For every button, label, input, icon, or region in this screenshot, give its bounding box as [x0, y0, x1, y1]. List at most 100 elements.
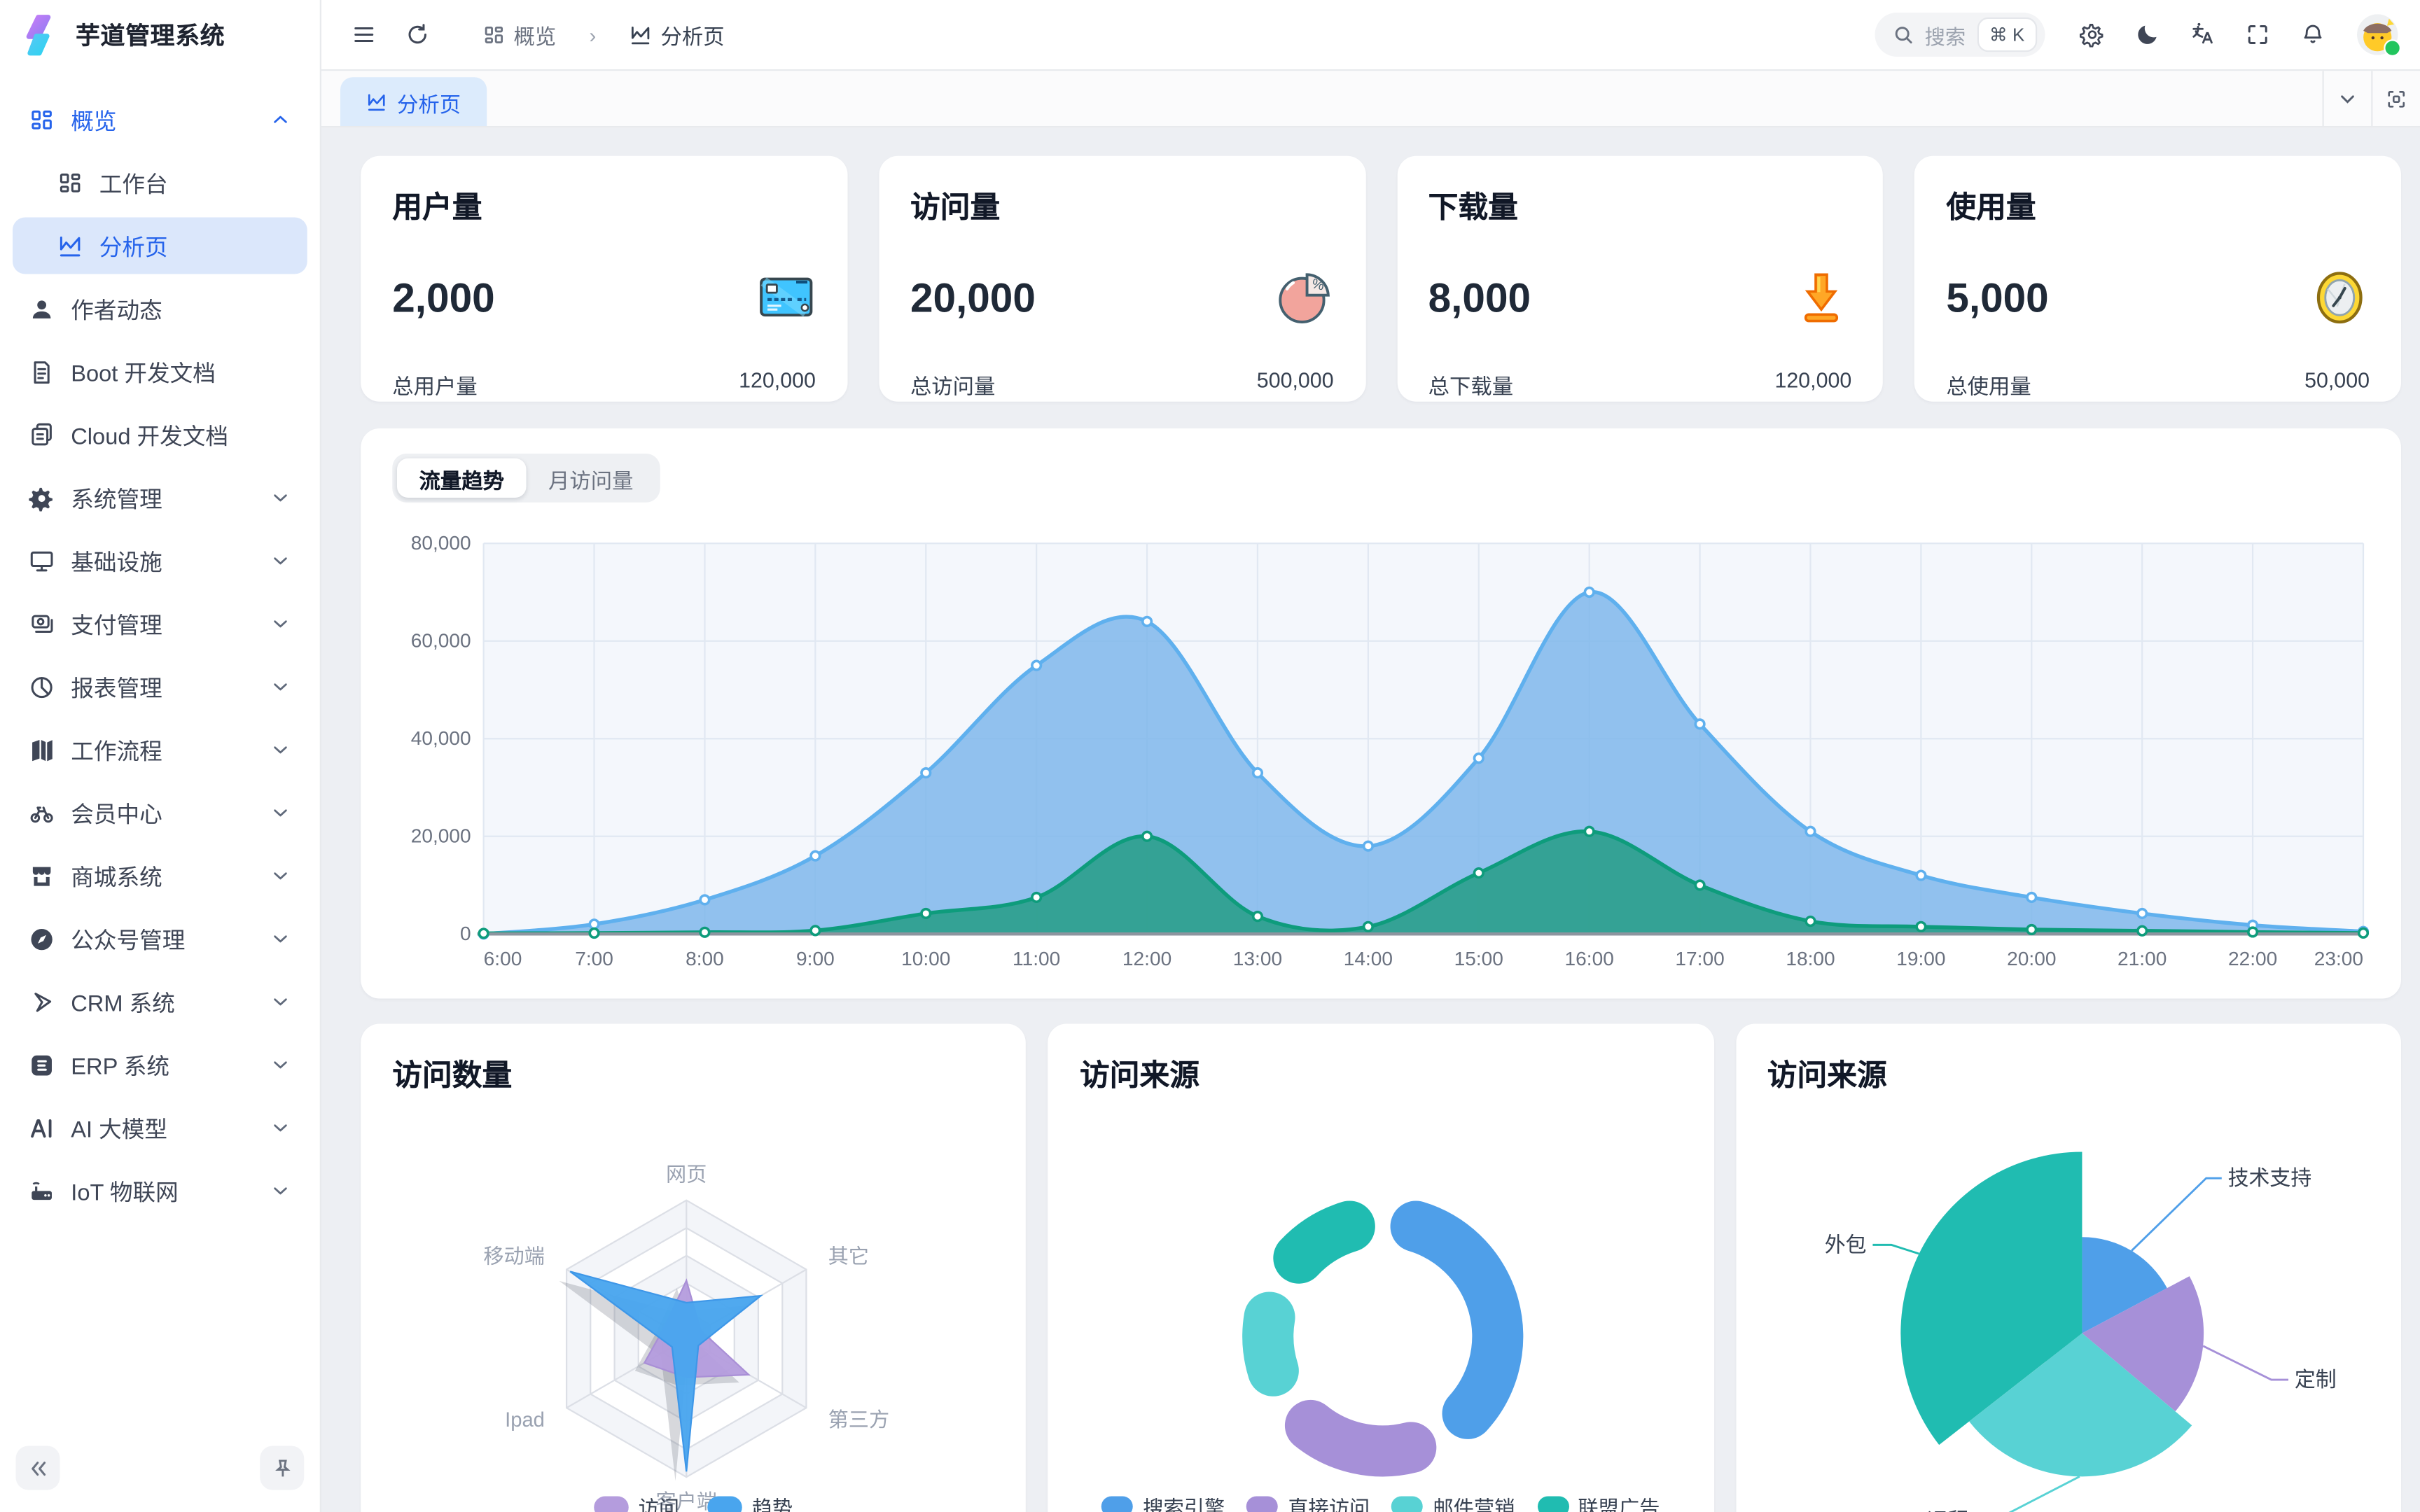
notifications-bell-icon[interactable]	[2289, 11, 2337, 59]
sidebar-subitem-工作台[interactable]: 工作台	[13, 155, 307, 211]
trend-tab-0[interactable]: 流量趋势	[397, 458, 527, 498]
chevron-down-icon	[270, 1116, 292, 1139]
breadcrumb-item-overview[interactable]: 概览	[460, 15, 578, 54]
stat-card-footer-value: 500,000	[1257, 369, 1334, 400]
visit-source-donut-card: 访问来源 搜索引擎 直接访问 邮件营销 联盟广告	[1048, 1024, 1713, 1512]
search-shortcut-badge: ⌘ K	[1977, 18, 2037, 52]
trend-tab-switch: 流量趋势月访问量	[392, 454, 660, 503]
svg-text:23:00: 23:00	[2314, 948, 2363, 969]
svg-text:18:00: 18:00	[1786, 948, 1835, 969]
sidebar-item-13[interactable]: ERP 系统	[13, 1037, 307, 1093]
sidebar-item-9[interactable]: 会员中心	[13, 785, 307, 841]
chevron-down-icon	[270, 676, 292, 698]
sidebar-item-14[interactable]: AI 大模型	[13, 1100, 307, 1156]
grid-icon	[29, 106, 55, 133]
sidebar-item-label: 公众号管理	[71, 922, 253, 955]
search-input[interactable]: 搜索 ⌘ K	[1875, 13, 2045, 57]
app-title: 芋道管理系统	[76, 18, 225, 52]
language-translate-icon[interactable]	[2179, 11, 2227, 59]
svg-text:网页: 网页	[666, 1164, 707, 1186]
pie-percent-icon: %	[1274, 268, 1334, 328]
svg-text:Ipad: Ipad	[505, 1409, 545, 1432]
content-fullscreen-icon[interactable]	[2371, 71, 2420, 126]
pin-sidebar-button[interactable]	[260, 1446, 304, 1490]
svg-text:40,000: 40,000	[411, 727, 471, 749]
svg-text:11:00: 11:00	[1013, 948, 1060, 969]
legend-swatch	[1537, 1497, 1569, 1512]
stat-card-2: 下载量8,000总下载量120,000	[1397, 156, 1884, 402]
credit-card-icon	[756, 268, 816, 328]
legend-item-邮件营销[interactable]: 邮件营销	[1392, 1492, 1515, 1512]
tab-list-chevron-icon[interactable]	[2323, 71, 2372, 126]
sidebar-item-10[interactable]: 商城系统	[13, 848, 307, 904]
chevron-down-icon	[270, 612, 292, 635]
collapse-sidebar-button[interactable]	[16, 1446, 60, 1490]
svg-text:60,000: 60,000	[411, 630, 471, 652]
tab-analysis-page[interactable]: 分析页	[340, 77, 486, 126]
sidebar-item-label: 报表管理	[71, 670, 253, 703]
sidebar-item-label: 基础设施	[71, 544, 253, 577]
sidebar-item-label: 工作流程	[71, 733, 253, 766]
legend-swatch	[708, 1495, 743, 1512]
main-column: 概览 › 分析页 搜索 ⌘ K	[321, 0, 2420, 1512]
sidebar-subitem-分析页[interactable]: 分析页	[13, 218, 307, 274]
svg-text:21:00: 21:00	[2118, 948, 2167, 969]
svg-text:80,000: 80,000	[411, 532, 471, 554]
sidebar-item-12[interactable]: CRM 系统	[13, 974, 307, 1030]
sidebar-item-6[interactable]: 支付管理	[13, 596, 307, 652]
refresh-icon[interactable]	[394, 11, 442, 59]
logo-row[interactable]: 芋道管理系统	[0, 0, 320, 69]
chevron-up-icon	[270, 108, 292, 131]
user-avatar[interactable]	[2357, 14, 2398, 55]
legend-item-直接访问[interactable]: 直接访问	[1247, 1492, 1370, 1512]
svg-text:10:00: 10:00	[901, 948, 950, 969]
sidebar-item-7[interactable]: 报表管理	[13, 659, 307, 715]
sidebar-menu: 概览工作台分析页作者动态 Boot 开发文档 Cloud 开发文档系统管理基础设施支…	[0, 69, 320, 1434]
user-icon	[29, 295, 55, 322]
settings-gear-icon[interactable]	[2068, 11, 2116, 59]
member-icon	[29, 799, 55, 826]
stat-card-value: 8,000	[1428, 273, 1531, 322]
sidebar-item-8[interactable]: 工作流程	[13, 722, 307, 778]
stat-card-footer-value: 120,000	[739, 369, 816, 400]
sidebar-item-2[interactable]: Boot 开发文档	[13, 344, 307, 400]
legend-swatch	[594, 1495, 630, 1512]
sidebar-item-label: AI 大模型	[71, 1111, 253, 1144]
card-title: 访问来源	[1080, 1052, 1682, 1095]
legend-item-联盟广告[interactable]: 联盟广告	[1537, 1492, 1660, 1512]
svg-text:6:00: 6:00	[484, 948, 522, 969]
svg-text:外包: 外包	[1824, 1233, 1866, 1256]
chevron-down-icon	[270, 864, 292, 887]
visit-source-donut-chart	[1048, 1024, 1713, 1512]
breadcrumb: 概览 › 分析页	[460, 15, 746, 54]
sidebar-item-4[interactable]: 系统管理	[13, 470, 307, 526]
trend-tab-1[interactable]: 月访问量	[527, 458, 656, 498]
store-icon	[29, 862, 55, 889]
svg-text:8:00: 8:00	[686, 948, 724, 969]
chevron-down-icon	[270, 1180, 292, 1202]
breadcrumb-item-analysis[interactable]: 分析页	[607, 15, 746, 54]
iot-icon	[29, 1177, 55, 1204]
stat-card-value: 2,000	[392, 273, 494, 322]
chevron-down-icon	[270, 990, 292, 1013]
sidebar-item-15[interactable]: IoT 物联网	[13, 1163, 307, 1219]
fullscreen-icon[interactable]	[2234, 11, 2282, 59]
sidebar-item-11[interactable]: 公众号管理	[13, 911, 307, 967]
sidebar-item-3[interactable]: Cloud 开发文档	[13, 407, 307, 463]
hamburger-menu-icon[interactable]	[340, 11, 388, 59]
ai-icon	[29, 1114, 55, 1141]
sidebar-item-0[interactable]: 概览	[13, 92, 307, 148]
app-logo-icon	[20, 13, 63, 56]
sidebar-item-label: 系统管理	[71, 481, 253, 514]
chevron-down-icon	[270, 802, 292, 824]
sidebar-item-label: Boot 开发文档	[71, 355, 291, 388]
svg-text:第三方: 第三方	[828, 1408, 890, 1432]
dark-mode-moon-icon[interactable]	[2124, 11, 2171, 59]
legend-item-搜索引擎[interactable]: 搜索引擎	[1102, 1492, 1225, 1512]
sidebar-item-5[interactable]: 基础设施	[13, 533, 307, 589]
legend-item-趋势[interactable]: 趋势	[708, 1492, 793, 1512]
stat-card-footer-label: 总下载量	[1428, 369, 1514, 400]
svg-text:7:00: 7:00	[575, 948, 613, 969]
legend-item-访问[interactable]: 访问	[594, 1492, 680, 1512]
sidebar-item-1[interactable]: 作者动态	[13, 281, 307, 337]
